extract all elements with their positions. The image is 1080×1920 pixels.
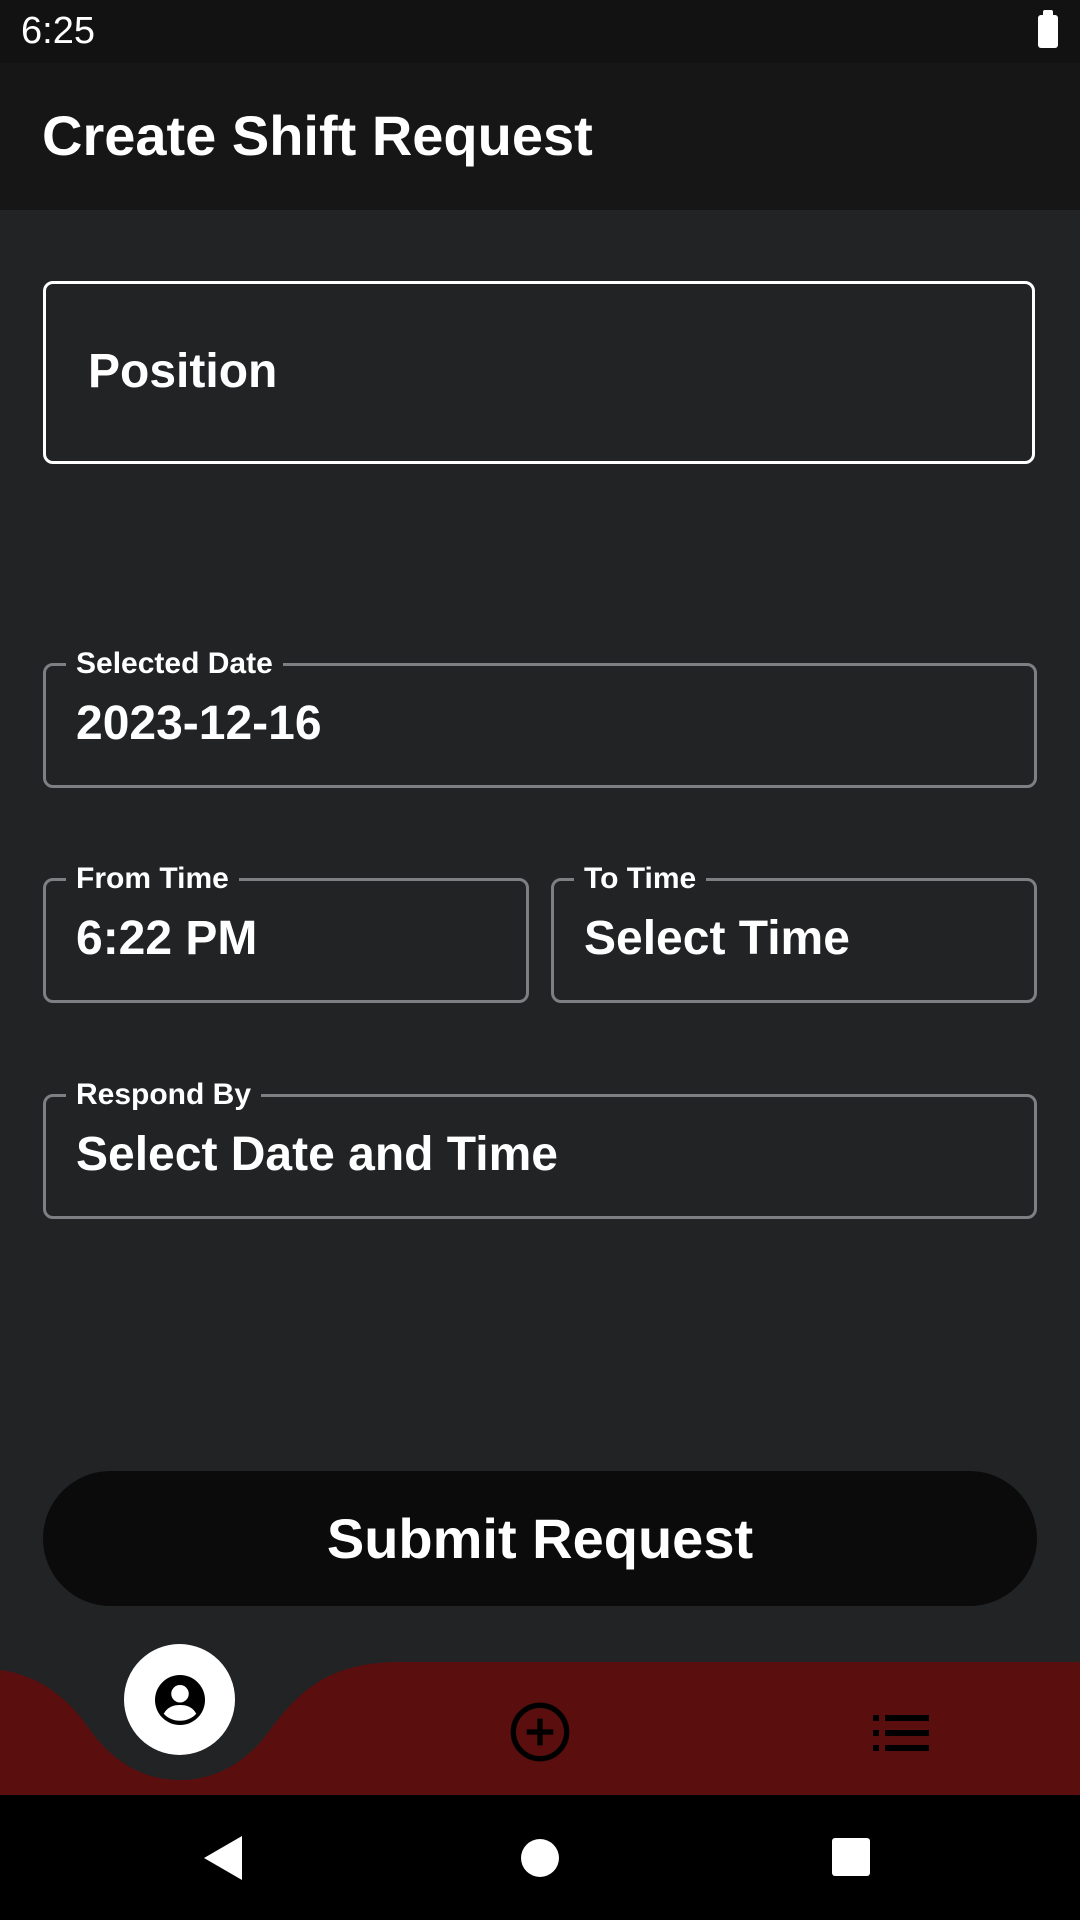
- battery-icon: [1038, 10, 1058, 48]
- status-time: 6:25: [21, 10, 95, 52]
- list-nav-button[interactable]: [870, 1708, 932, 1758]
- from-time-label: From Time: [66, 861, 239, 897]
- add-circle-icon: [510, 1702, 570, 1762]
- recents-button[interactable]: [830, 1836, 872, 1878]
- from-time-field[interactable]: From Time 6:22 PM: [43, 861, 529, 1003]
- to-time-field[interactable]: To Time Select Time: [551, 861, 1037, 1003]
- selected-date-field[interactable]: Selected Date 2023-12-16: [43, 646, 1037, 788]
- from-time-value: 6:22 PM: [76, 912, 258, 965]
- selected-date-value: 2023-12-16: [76, 697, 322, 750]
- to-time-value: Select Time: [584, 912, 850, 965]
- profile-nav-button[interactable]: [124, 1644, 235, 1755]
- account-circle-icon: [154, 1674, 205, 1725]
- respond-by-value: Select Date and Time: [76, 1128, 558, 1181]
- back-button[interactable]: [200, 1832, 248, 1884]
- home-icon: [521, 1839, 559, 1877]
- position-placeholder: Position: [88, 345, 278, 398]
- list-icon: [873, 1715, 929, 1751]
- page-title: Create Shift Request: [42, 104, 593, 167]
- selected-date-label: Selected Date: [66, 646, 283, 682]
- position-input[interactable]: Position: [43, 281, 1035, 464]
- respond-by-label: Respond By: [66, 1077, 262, 1113]
- back-icon: [204, 1836, 242, 1880]
- recents-icon: [832, 1838, 870, 1876]
- submit-request-button[interactable]: Submit Request: [43, 1471, 1037, 1606]
- home-button[interactable]: [518, 1836, 562, 1880]
- status-bar: 6:25: [0, 0, 1080, 63]
- to-time-label: To Time: [574, 861, 707, 897]
- respond-by-field[interactable]: Respond By Select Date and Time: [43, 1077, 1037, 1219]
- app-bar: Create Shift Request: [0, 63, 1080, 210]
- add-nav-button[interactable]: [508, 1700, 572, 1764]
